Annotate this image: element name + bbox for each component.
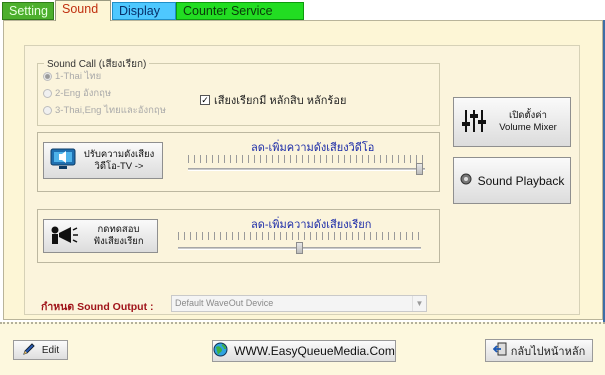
checkbox-box[interactable]: ✓ <box>200 95 210 105</box>
test-call-button[interactable]: กดทดสอบ ฟังเสียงเรียก <box>43 219 158 253</box>
radio-circle[interactable] <box>43 89 52 98</box>
radio-label: 3-Thai,Eng ไทยและอังกฤษ <box>55 105 166 116</box>
test-button-line1: กดทดสอบ <box>97 224 140 235</box>
back-to-main-button[interactable]: กลับไปหน้าหลัก <box>485 339 593 362</box>
mixer-icon <box>462 108 486 137</box>
playback-label: Sound Playback <box>477 173 565 188</box>
checkbox-label: เสียงเรียกมี หลักสิบ หลักร้อย <box>214 95 347 107</box>
megaphone-icon <box>50 225 80 248</box>
mixer-line2: Volume Mixer <box>499 122 557 133</box>
exit-door-icon <box>492 342 507 359</box>
sound-output-select[interactable]: Default WaveOut Device ▼ <box>171 295 427 312</box>
bottom-bar: Edit WWW.EasyQueueMedia.Com กลับไปหน้าหล… <box>0 322 605 375</box>
radio-thai-eng[interactable]: 3-Thai,Eng ไทยและอังกฤษ <box>43 103 166 118</box>
sound-output-label: กำหนด Sound Output : <box>41 301 154 313</box>
tab-bar: Setting Sound Display Counter Service <box>0 0 605 21</box>
edit-label: Edit <box>41 344 60 356</box>
inner-panel: Sound Call (เสียงเรียก) 1-Thai ไทย 2-Eng… <box>24 45 580 315</box>
website-button[interactable]: WWW.EasyQueueMedia.Com <box>212 340 396 362</box>
radio-circle[interactable] <box>43 106 52 115</box>
call-slider-thumb[interactable] <box>296 242 303 254</box>
sound-playback-button[interactable]: Sound Playback <box>453 157 571 204</box>
tv-slider-thumb[interactable] <box>415 163 423 175</box>
radio-thai[interactable]: 1-Thai ไทย <box>43 69 101 84</box>
chevron-down-icon[interactable]: ▼ <box>412 296 426 311</box>
sound-settings-panel: Sound Call (เสียงเรียก) 1-Thai ไทย 2-Eng… <box>3 20 603 320</box>
tab-sound[interactable]: Sound <box>55 0 111 21</box>
call-slider-ticks <box>178 232 421 240</box>
pencil-icon <box>22 342 36 359</box>
tv-slider-ticks <box>188 155 425 163</box>
edit-button[interactable]: Edit <box>13 340 68 360</box>
website-label: WWW.EasyQueueMedia.Com <box>234 344 395 358</box>
radio-circle[interactable] <box>43 72 52 81</box>
volume-mixer-button[interactable]: เปิดตั้งค่า Volume Mixer <box>453 97 571 147</box>
test-button-line2: ฟังเสียงเรียก <box>93 236 144 247</box>
tv-volume-panel: ปรับความดังเสียง วิดีโอ-TV -> ลด-เพิ่มคว… <box>37 132 440 192</box>
sound-output-value: Default WaveOut Device <box>175 298 274 308</box>
tv-button-line1: ปรับความดังเสียง <box>83 148 155 160</box>
globe-icon <box>213 342 228 360</box>
sound-call-group: Sound Call (เสียงเรียก) 1-Thai ไทย 2-Eng… <box>37 57 440 126</box>
call-volume-panel: กดทดสอบ ฟังเสียงเรียก ลด-เพิ่มความดังเสี… <box>37 209 440 263</box>
mixer-line1: เปิดตั้งค่า <box>509 110 547 121</box>
tab-counter-service[interactable]: Counter Service <box>176 2 304 20</box>
tv-slider-title: ลด-เพิ่มความดังเสียงวิดีโอ <box>251 142 375 154</box>
tab-setting[interactable]: Setting <box>2 2 54 20</box>
tv-volume-slider[interactable] <box>188 168 425 171</box>
radio-label: 1-Thai ไทย <box>55 71 102 82</box>
radio-label: 2-Eng อังกฤษ <box>55 88 112 99</box>
tv-icon <box>50 148 76 173</box>
tab-display[interactable]: Display <box>112 2 176 20</box>
tv-button-line2: วิดีโอ-TV -> <box>94 160 144 172</box>
tv-volume-button[interactable]: ปรับความดังเสียง วิดีโอ-TV -> <box>43 142 163 179</box>
radio-eng[interactable]: 2-Eng อังกฤษ <box>43 86 111 101</box>
back-label: กลับไปหน้าหลัก <box>510 345 586 358</box>
speaker-icon <box>460 173 472 188</box>
tens-hundreds-checkbox[interactable]: ✓ เสียงเรียกมี หลักสิบ หลักร้อย <box>200 91 346 109</box>
call-slider-title: ลด-เพิ่มความดังเสียงเรียก <box>251 219 372 231</box>
